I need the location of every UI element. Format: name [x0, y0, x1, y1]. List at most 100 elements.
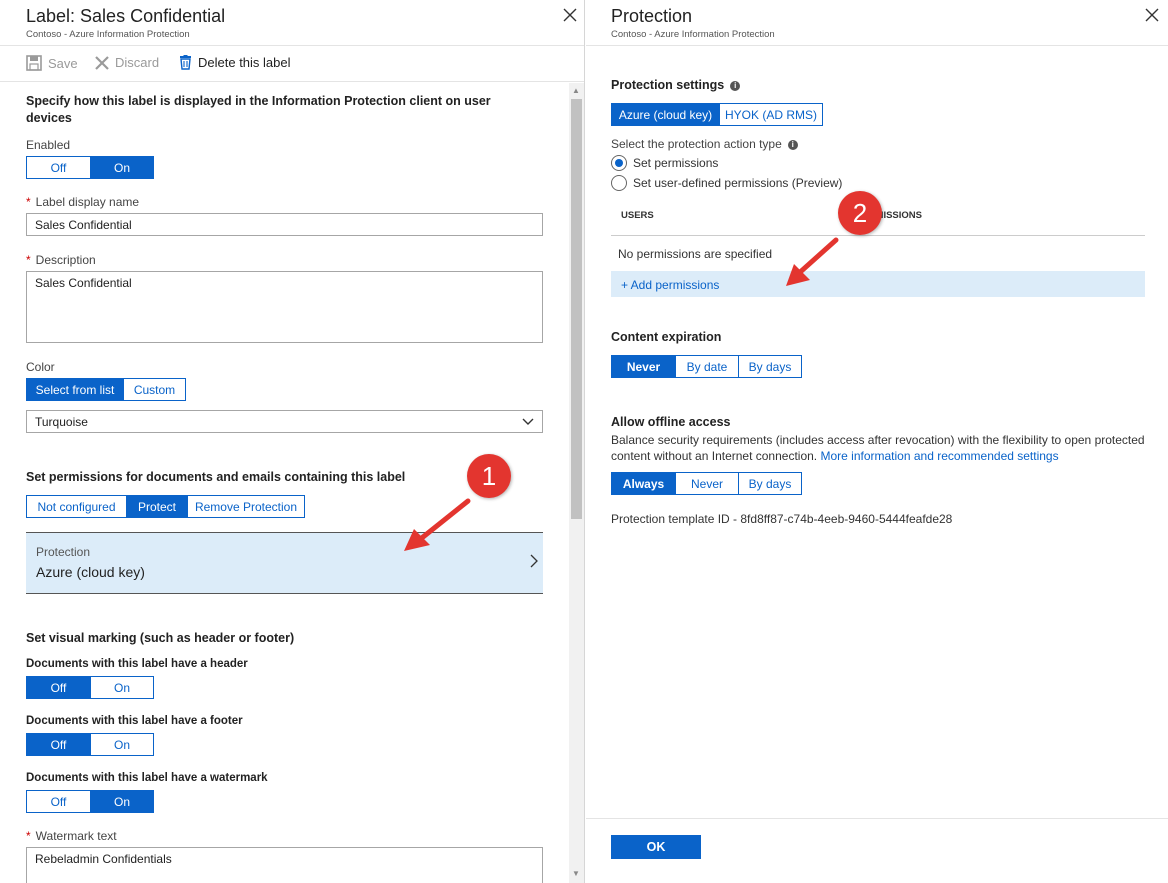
info-icon[interactable]: i [787, 139, 798, 150]
save-label: Save [48, 55, 78, 71]
annotation-badge-2: 2 [838, 191, 882, 235]
color-dropdown[interactable]: Turquoise [26, 410, 543, 433]
save-icon [26, 55, 42, 71]
label-blade: Label: Sales Confidential Contoso - Azur… [0, 0, 585, 883]
enabled-on-option[interactable]: On [90, 157, 153, 178]
delete-label-button[interactable]: Delete this label [179, 55, 291, 70]
no-permissions-text: No permissions are specified [618, 247, 773, 261]
toolbar: Save Discard Delete this label [0, 45, 584, 82]
protection-settings-heading-text: Protection settings [611, 78, 725, 92]
delete-label: Delete this label [198, 55, 291, 70]
watermark-on-option[interactable]: On [90, 791, 153, 812]
expiration-toggle: Never By date By days [611, 355, 802, 378]
chevron-right-icon [530, 554, 538, 568]
watermark-text-label-text: Watermark text [35, 829, 117, 843]
footer-toggle: Off On [26, 733, 154, 756]
close-icon[interactable] [560, 5, 580, 25]
watermark-off-option[interactable]: Off [27, 791, 90, 812]
scrollbar-thumb[interactable] [571, 99, 582, 519]
annotation-badge-1: 1 [467, 454, 511, 498]
offline-never-option[interactable]: Never [675, 473, 738, 494]
scroll-up-icon[interactable]: ▲ [572, 86, 580, 95]
expiration-by-date-option[interactable]: By date [675, 356, 738, 377]
table-header-users: USERS [621, 210, 654, 221]
description-label: * Description [26, 253, 96, 267]
color-custom-option[interactable]: Custom [123, 379, 185, 400]
color-mode-toggle: Select from list Custom [26, 378, 186, 401]
protection-template-id: Protection template ID - 8fd8ff87-c74b-4… [611, 512, 953, 526]
ok-button[interactable]: OK [611, 835, 701, 859]
footer-on-option[interactable]: On [90, 734, 153, 755]
set-permissions-radio-label: Set permissions [633, 156, 719, 170]
key-type-toggle: Azure (cloud key) HYOK (AD RMS) [611, 103, 823, 126]
offline-by-days-option[interactable]: By days [738, 473, 801, 494]
discard-button[interactable]: Discard [95, 55, 159, 70]
expiration-never-option[interactable]: Never [612, 356, 675, 377]
offline-desc-line-1: Balance security requirements (includes … [611, 433, 1145, 447]
discard-label: Discard [115, 55, 160, 70]
offline-access-toggle: Always Never By days [611, 472, 802, 495]
display-name-input[interactable]: Sales Confidential [26, 213, 543, 236]
marking-heading: Set visual marking (such as header or fo… [26, 631, 295, 645]
color-select-from-list-option[interactable]: Select from list [27, 379, 123, 400]
scrollbar[interactable]: ▲ ▼ [569, 83, 584, 883]
header-toggle: Off On [26, 676, 154, 699]
footer-divider [586, 818, 1168, 819]
not-configured-option[interactable]: Not configured [27, 496, 126, 517]
display-name-label: * Label display name [26, 195, 140, 209]
protection-card-value: Azure (cloud key) [36, 564, 145, 580]
display-name-label-text: Label display name [35, 195, 140, 209]
display-heading: Specify how this label is displayed in t… [26, 94, 491, 125]
protection-blade: Protection Contoso - Azure Information P… [586, 0, 1168, 883]
offline-desc-line-2: content without an Internet connection. … [611, 448, 1161, 464]
offline-access-description: Balance security requirements (includes … [611, 432, 1161, 464]
arrow-icon [404, 498, 471, 551]
footer-label: Documents with this label have a footer [26, 715, 243, 727]
hyok-option[interactable]: HYOK (AD RMS) [719, 104, 822, 125]
remove-protection-option[interactable]: Remove Protection [187, 496, 304, 517]
user-defined-permissions-radio-label: Set user-defined permissions (Preview) [633, 176, 843, 190]
blade-title: Label: Sales Confidential [26, 6, 226, 26]
offline-always-option[interactable]: Always [612, 473, 675, 494]
enabled-off-option[interactable]: Off [27, 157, 90, 178]
azure-cloud-key-option[interactable]: Azure (cloud key) [612, 104, 719, 125]
content-expiration-heading: Content expiration [611, 330, 722, 344]
watermark-text-input[interactable]: Rebeladmin Confidentials [26, 847, 543, 883]
delete-icon [180, 55, 191, 70]
table-divider [611, 235, 1145, 236]
expiration-by-days-option[interactable]: By days [738, 356, 801, 377]
protect-option[interactable]: Protect [126, 496, 187, 517]
add-permissions-link[interactable]: + Add permissions [621, 278, 719, 292]
description-label-text: Description [35, 253, 96, 267]
protection-settings-heading: Protection settings i [611, 77, 741, 94]
discard-icon [95, 55, 109, 70]
permissions-heading: Set permissions for documents and emails… [26, 470, 406, 484]
offline-desc-line-2-text: content without an Internet connection. [611, 449, 818, 463]
header-divider [586, 45, 1168, 46]
offline-access-heading: Allow offline access [611, 415, 731, 429]
watermark-toggle: Off On [26, 790, 154, 813]
info-icon[interactable]: i [730, 80, 741, 91]
description-textarea[interactable]: Sales Confidential [26, 271, 543, 343]
enabled-toggle: Off On [26, 156, 154, 179]
blade-subtitle: Contoso - Azure Information Protection [26, 29, 190, 40]
footer-off-option[interactable]: Off [27, 734, 90, 755]
header-off-option[interactable]: Off [27, 677, 90, 698]
close-icon[interactable] [1142, 5, 1162, 25]
radio-selected-icon [611, 155, 627, 171]
set-permissions-radio[interactable]: Set permissions [611, 155, 718, 171]
color-dropdown-value: Turquoise [35, 415, 88, 429]
user-defined-permissions-radio[interactable]: Set user-defined permissions (Preview) [611, 175, 842, 191]
more-information-link[interactable]: More information and recommended setting… [820, 449, 1058, 463]
blade-subtitle: Contoso - Azure Information Protection [611, 29, 775, 40]
scroll-down-icon[interactable]: ▼ [572, 869, 580, 878]
save-button[interactable]: Save [26, 55, 78, 71]
permissions-toggle: Not configured Protect Remove Protection [26, 495, 305, 518]
enabled-label: Enabled [26, 138, 71, 152]
add-permissions-row[interactable]: + Add permissions [611, 271, 1145, 297]
arrow-icon [786, 237, 839, 286]
header-label: Documents with this label have a header [26, 658, 248, 670]
chevron-down-icon [522, 418, 534, 425]
header-on-option[interactable]: On [90, 677, 153, 698]
action-type-label: Select the protection action type i [611, 137, 798, 151]
